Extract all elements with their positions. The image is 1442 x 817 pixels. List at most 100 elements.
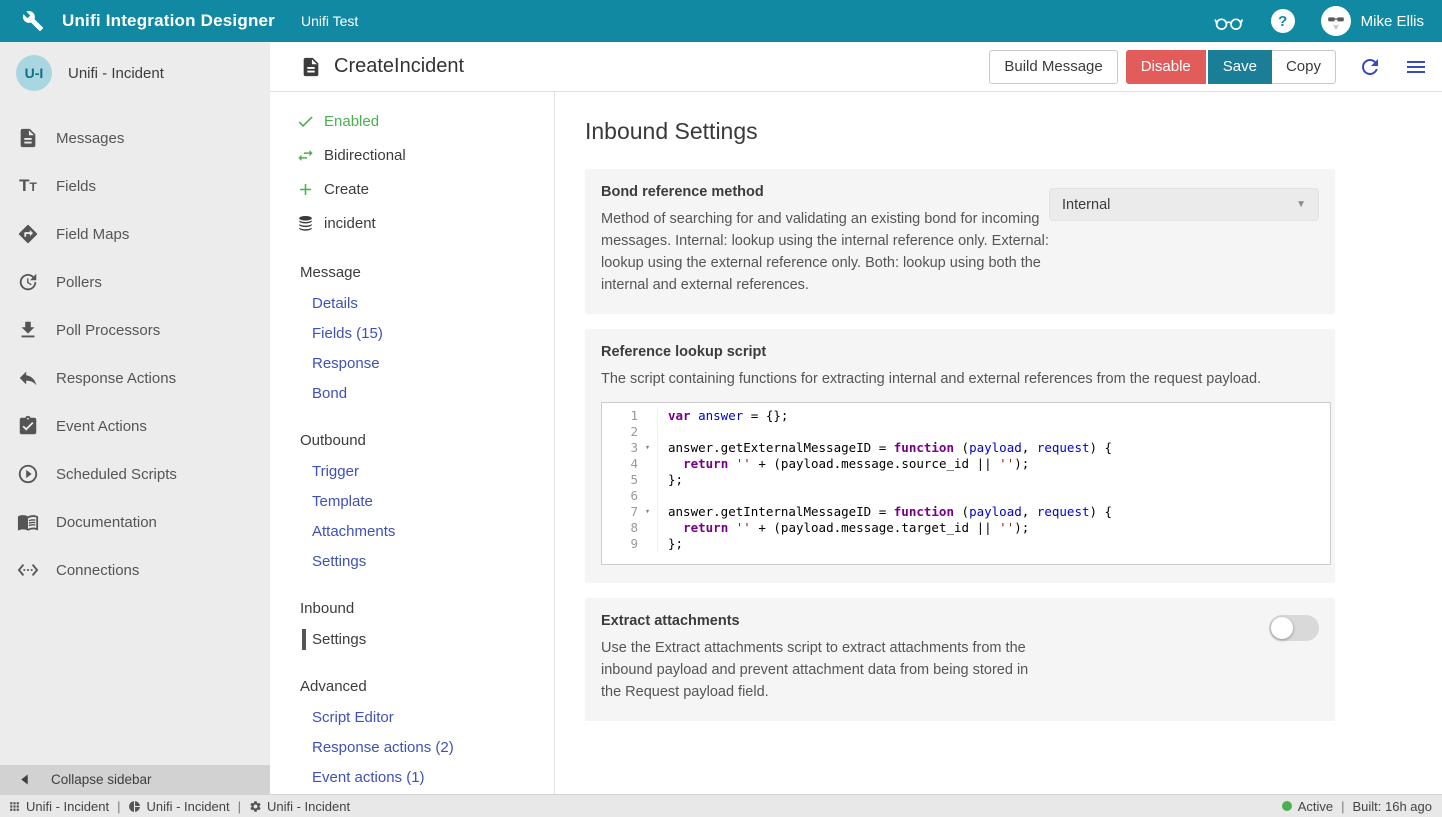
page-title: Inbound Settings	[585, 118, 1412, 145]
separator: |	[236, 799, 243, 814]
sidebar-item-label: Event Actions	[56, 418, 147, 435]
sidebar-item-label: Pollers	[56, 274, 102, 291]
nav-link-trigger[interactable]: Trigger	[270, 456, 554, 486]
nav-status-enabled[interactable]: Enabled	[270, 104, 554, 138]
sidebar-item-field-maps[interactable]: Field Maps	[0, 210, 270, 258]
nav-link-response-actions[interactable]: Response actions (2)	[270, 732, 554, 762]
nav-link-fields[interactable]: Fields (15)	[270, 318, 554, 348]
sidebar-item-response-actions[interactable]: Response Actions	[0, 354, 270, 402]
nav-status-bidirectional[interactable]: Bidirectional	[270, 138, 554, 172]
sidebar-item-label: Documentation	[56, 514, 157, 531]
built-label: Built: 16h ago	[1352, 799, 1432, 814]
extract-attachments-card: Extract attachments Use the Extract atta…	[585, 598, 1335, 721]
directions-icon	[17, 223, 39, 245]
collapse-arrow-icon	[20, 774, 29, 785]
sidebar-item-event-actions[interactable]: Event Actions	[0, 402, 270, 450]
sidebar-item-label: Poll Processors	[56, 322, 160, 339]
topbar: Unifi Integration Designer Unifi Test ? …	[0, 0, 1442, 42]
sidebar-item-label: Connections	[56, 562, 139, 579]
sidebar-item-label: Response Actions	[56, 370, 176, 387]
collapse-sidebar-button[interactable]: Collapse sidebar	[0, 765, 270, 794]
document-icon	[17, 127, 39, 149]
download-icon	[17, 319, 39, 341]
nav-status-label: Enabled	[324, 113, 379, 130]
nav-link-script-editor[interactable]: Script Editor	[270, 702, 554, 732]
sidebar-item-poll-processors[interactable]: Poll Processors	[0, 306, 270, 354]
app-title: Unifi Integration Designer	[62, 11, 275, 31]
nav-link-inbound-settings[interactable]: Settings	[270, 624, 554, 654]
message-name: CreateIncident	[334, 55, 464, 78]
refresh-button[interactable]	[1358, 55, 1382, 79]
sidebar-menu: Messages TT Fields Field Maps Pollers Po…	[0, 104, 270, 765]
help-icon[interactable]: ?	[1271, 9, 1295, 33]
chevron-down-icon: ▼	[1296, 199, 1306, 210]
grid-icon	[8, 800, 21, 813]
separator: |	[115, 799, 122, 814]
sidebar-item-fields[interactable]: TT Fields	[0, 162, 270, 210]
statusbar-item-label: Unifi - Incident	[267, 799, 350, 814]
save-button[interactable]: Save	[1208, 50, 1272, 84]
bond-reference-value: Internal	[1062, 197, 1110, 213]
sidebar-item-documentation[interactable]: Documentation	[0, 498, 270, 546]
statusbar-item-dataset[interactable]: Unifi - Incident	[8, 799, 109, 814]
separator: |	[1339, 799, 1346, 814]
nav-status-create[interactable]: Create	[270, 172, 554, 206]
user-name: Mike Ellis	[1361, 13, 1424, 30]
menu-button[interactable]	[1404, 55, 1428, 79]
bond-reference-label: Bond reference method	[601, 184, 1049, 200]
hamburger-icon	[1404, 55, 1428, 79]
statusbar-item-process[interactable]: Unifi - Incident	[249, 799, 350, 814]
extract-attachments-description: Use the Extract attachments script to ex…	[601, 637, 1033, 703]
plus-icon	[296, 180, 315, 199]
nav-link-bond[interactable]: Bond	[270, 378, 554, 408]
user-menu[interactable]: Mike Ellis	[1321, 6, 1424, 36]
disable-button[interactable]: Disable	[1126, 50, 1206, 84]
sidebar-item-scheduled-scripts[interactable]: Scheduled Scripts	[0, 450, 270, 498]
pie-chart-icon	[128, 800, 141, 813]
glasses-icon[interactable]	[1213, 10, 1245, 32]
sidebar-item-messages[interactable]: Messages	[0, 114, 270, 162]
nav-link-label: Settings	[312, 631, 366, 648]
sidebar: U-I Unifi - Incident Messages TT Fields …	[0, 42, 270, 794]
text-fields-icon: TT	[17, 176, 39, 196]
reference-lookup-label: Reference lookup script	[601, 344, 1319, 360]
app-window: Unifi Integration Designer Unifi Test ? …	[0, 0, 1442, 817]
nav-link-event-actions[interactable]: Event actions (1)	[270, 762, 554, 792]
nav-section-message: Message	[270, 258, 554, 288]
play-circle-icon	[17, 463, 39, 485]
nav-link-template[interactable]: Template	[270, 486, 554, 516]
integration-header[interactable]: U-I Unifi - Incident	[0, 42, 270, 104]
bond-reference-select[interactable]: Internal ▼	[1049, 188, 1319, 221]
nav-link-details[interactable]: Details	[270, 288, 554, 318]
statusbar: Unifi - Incident | Unifi - Incident | Un…	[0, 794, 1442, 817]
collapse-sidebar-label: Collapse sidebar	[51, 772, 152, 787]
clock-refresh-icon	[17, 271, 39, 293]
extract-attachments-toggle[interactable]	[1269, 615, 1319, 641]
nav-link-attachments[interactable]: Attachments	[270, 516, 554, 546]
code-editor-lines: 1var answer = {};2 3▾answer.getExternalM…	[602, 408, 1330, 552]
message-header: CreateIncident Build Message Disable Sav…	[270, 42, 1442, 92]
active-indicator	[302, 629, 306, 650]
document-icon	[300, 56, 322, 78]
active-status-label: Active	[1298, 799, 1333, 814]
message-title: CreateIncident	[300, 55, 464, 78]
wrench-icon	[22, 10, 44, 32]
bond-reference-card: Bond reference method Method of searchin…	[585, 169, 1335, 314]
reference-lookup-code-editor[interactable]: 1var answer = {};2 3▾answer.getExternalM…	[601, 402, 1331, 565]
copy-button[interactable]: Copy	[1272, 50, 1336, 84]
statusbar-item-label: Unifi - Incident	[26, 799, 109, 814]
reply-icon	[17, 367, 39, 389]
user-avatar	[1321, 6, 1351, 36]
nav-status-incident[interactable]: incident	[270, 206, 554, 240]
extract-attachments-label: Extract attachments	[601, 613, 1033, 629]
message-nav: Enabled Bidirectional Create incide	[270, 92, 555, 794]
sidebar-item-connections[interactable]: Connections	[0, 546, 270, 594]
nav-link-outbound-settings[interactable]: Settings	[270, 546, 554, 576]
toggle-knob	[1271, 617, 1293, 639]
gear-icon	[249, 800, 262, 813]
reference-lookup-card: Reference lookup script The script conta…	[585, 329, 1335, 583]
sidebar-item-pollers[interactable]: Pollers	[0, 258, 270, 306]
statusbar-item-integration[interactable]: Unifi - Incident	[128, 799, 229, 814]
build-message-button[interactable]: Build Message	[989, 50, 1117, 84]
nav-link-response[interactable]: Response	[270, 348, 554, 378]
